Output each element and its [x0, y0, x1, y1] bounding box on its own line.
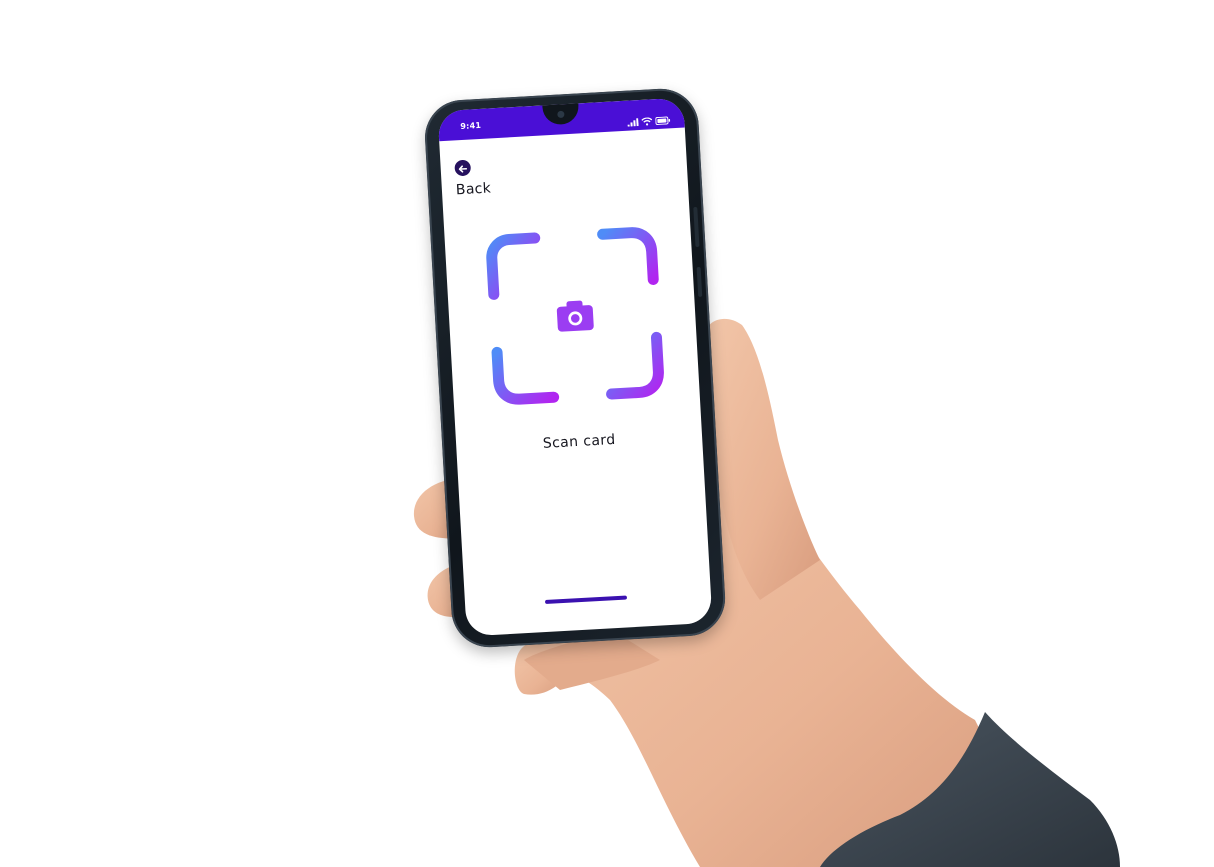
battery-icon — [655, 109, 671, 129]
signal-bars-icon — [627, 111, 639, 131]
back-label[interactable]: Back — [456, 180, 492, 198]
camera-notch — [542, 101, 580, 126]
status-time: 9:41 — [460, 120, 482, 132]
scan-corner-top-left — [486, 232, 541, 300]
arrow-left-icon — [457, 158, 468, 178]
wifi-icon — [641, 110, 653, 130]
card-scanner-frame[interactable] — [484, 225, 665, 406]
back-button[interactable] — [454, 158, 472, 178]
scan-corner-bottom-right — [606, 331, 664, 400]
back-control[interactable]: Back — [454, 158, 492, 198]
home-indicator[interactable] — [544, 595, 628, 605]
phone-device: 9:41 Back Scan card — [422, 86, 728, 650]
scan-corner-bottom-left — [491, 346, 560, 405]
scan-card-label: Scan card — [542, 431, 616, 452]
scan-corner-top-right — [597, 227, 659, 285]
status-icons — [627, 109, 671, 130]
photo-scene: 9:41 Back Scan card — [0, 0, 1214, 867]
camera-icon — [556, 300, 594, 332]
app-screen: 9:41 Back Scan card — [437, 97, 713, 637]
